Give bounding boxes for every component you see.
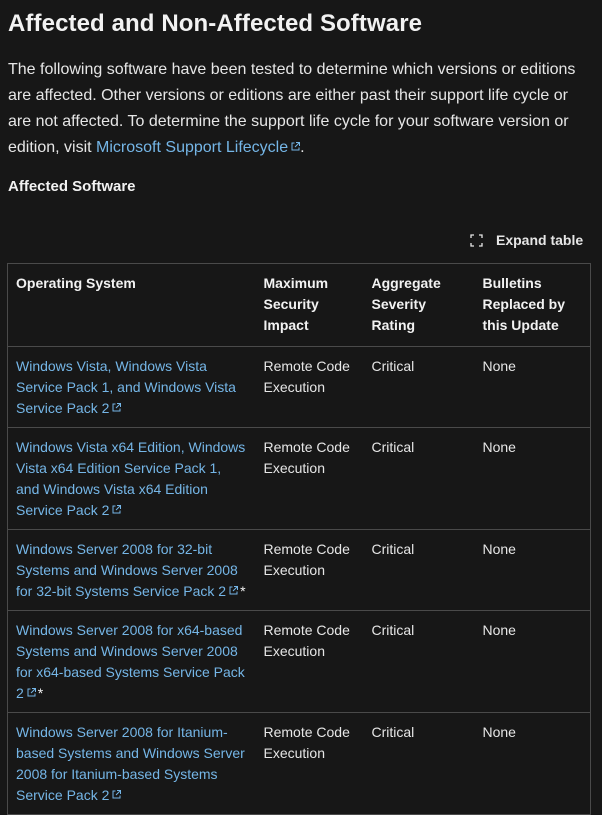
- os-cell: Windows Server 2008 for x64-based System…: [7, 610, 256, 713]
- header-operating-system: Operating System: [7, 263, 256, 347]
- replaced-cell: None: [474, 346, 591, 428]
- table-header-row: Operating System Maximum Security Impact…: [7, 263, 591, 347]
- footnote-marker: *: [37, 685, 44, 701]
- table-row: Windows Server 2008 for Itanium-based Sy…: [7, 712, 591, 815]
- impact-cell: Remote Code Execution: [255, 529, 364, 611]
- os-cell: Windows Server 2008 for 32-bit Systems a…: [7, 529, 256, 611]
- intro-paragraph: The following software have been tested …: [8, 57, 592, 161]
- expand-table-label: Expand table: [496, 232, 584, 248]
- header-bulletins-replaced: Bulletins Replaced by this Update: [474, 263, 591, 347]
- intro-text-end: .: [300, 139, 305, 156]
- severity-cell: Critical: [363, 712, 475, 815]
- table-row: Windows Vista, Windows Vista Service Pac…: [7, 346, 591, 428]
- replaced-cell: None: [474, 529, 591, 611]
- replaced-cell: None: [474, 712, 591, 815]
- os-link-label: Windows Vista x64 Edition, Windows Vista…: [16, 439, 246, 518]
- impact-cell: Remote Code Execution: [255, 427, 364, 530]
- severity-cell: Critical: [363, 427, 475, 530]
- impact-cell: Remote Code Execution: [255, 712, 364, 815]
- external-link-icon: [112, 505, 122, 514]
- expand-table-button[interactable]: Expand table: [470, 231, 583, 249]
- header-aggregate-severity-rating: Aggregate Severity Rating: [363, 263, 475, 347]
- os-cell: Windows Server 2008 for Itanium-based Sy…: [7, 712, 256, 815]
- severity-cell: Critical: [363, 610, 475, 713]
- support-lifecycle-link-label: Microsoft Support Lifecycle: [96, 139, 289, 156]
- severity-cell: Critical: [363, 346, 475, 428]
- os-link-label: Windows Server 2008 for 32-bit Systems a…: [16, 541, 238, 599]
- impact-cell: Remote Code Execution: [255, 346, 364, 428]
- external-link-icon: [112, 790, 122, 799]
- section-title: Affected Software: [8, 178, 136, 195]
- os-link[interactable]: Windows Server 2008 for Itanium-based Sy…: [16, 724, 245, 803]
- os-link[interactable]: Windows Vista, Windows Vista Service Pac…: [16, 358, 236, 416]
- external-link-icon: [291, 142, 301, 151]
- severity-cell: Critical: [363, 529, 475, 611]
- os-link[interactable]: Windows Vista x64 Edition, Windows Vista…: [16, 439, 245, 518]
- os-link[interactable]: Windows Server 2008 for x64-based System…: [16, 622, 245, 701]
- footnote-marker: *: [240, 583, 246, 599]
- external-link-icon: [229, 586, 239, 595]
- table-row: Windows Vista x64 Edition, Windows Vista…: [7, 427, 591, 530]
- expand-icon: [470, 233, 483, 247]
- impact-cell: Remote Code Execution: [255, 610, 364, 713]
- external-link-icon: [27, 688, 36, 697]
- table-row: Windows Server 2008 for x64-based System…: [7, 610, 591, 713]
- os-link[interactable]: Windows Server 2008 for 32-bit Systems a…: [16, 541, 239, 599]
- os-cell: Windows Vista, Windows Vista Service Pac…: [7, 346, 256, 428]
- support-lifecycle-link[interactable]: Microsoft Support Lifecycle: [96, 139, 301, 156]
- replaced-cell: None: [474, 427, 591, 530]
- os-link-label: Windows Vista, Windows Vista Service Pac…: [16, 358, 236, 416]
- page-title: Affected and Non-Affected Software: [8, 10, 423, 37]
- os-link-label: Windows Server 2008 for Itanium-based Sy…: [16, 724, 245, 803]
- header-maximum-security-impact: Maximum Security Impact: [255, 263, 364, 347]
- os-cell: Windows Vista x64 Edition, Windows Vista…: [7, 427, 256, 530]
- affected-software-table: Operating System Maximum Security Impact…: [7, 263, 591, 815]
- table-row: Windows Server 2008 for 32-bit Systems a…: [7, 529, 591, 611]
- os-link-label: Windows Server 2008 for x64-based System…: [16, 622, 245, 701]
- replaced-cell: None: [474, 610, 591, 713]
- external-link-icon: [112, 403, 122, 412]
